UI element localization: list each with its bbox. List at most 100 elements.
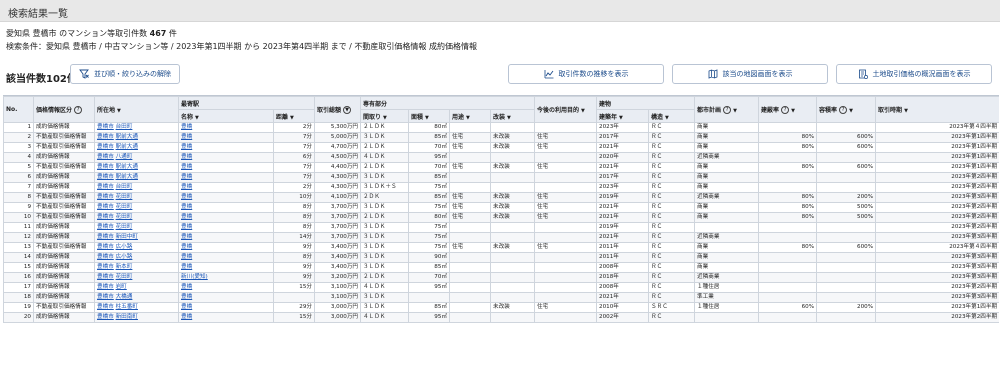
col-future-use[interactable]: 今後の利用目的 ▼: [534, 96, 598, 123]
table-row: 14 成約価格情報 豊橋市 広小路 豊橋 8分 3,400万円 ３ＬＤＫ 90㎡ 2011年 ＲＣ…: [3, 252, 999, 263]
town-link[interactable]: 駅前大通: [116, 164, 138, 170]
station-link[interactable]: 豊橋: [181, 174, 192, 180]
city-link[interactable]: 豊橋市: [97, 174, 114, 180]
col-structure[interactable]: 構造 ▼: [648, 109, 696, 123]
station-link[interactable]: 豊橋: [181, 124, 192, 130]
row-no: 14: [3, 252, 34, 263]
col-distance[interactable]: 距離 ▼: [272, 109, 316, 123]
city-link[interactable]: 豊橋市: [97, 264, 114, 270]
col-area[interactable]: 面積 ▼: [408, 109, 451, 123]
city-link[interactable]: 豊橋市: [97, 154, 114, 160]
town-link[interactable]: 花田町: [116, 194, 133, 200]
city-link[interactable]: 豊橋市: [97, 224, 114, 230]
town-link[interactable]: 花田町: [116, 224, 133, 230]
sort-circle-icon[interactable]: ▼: [343, 106, 352, 115]
town-link[interactable]: 台田町: [116, 184, 133, 190]
city-link[interactable]: 豊橋市: [97, 124, 114, 130]
col-coverage[interactable]: 建蔽率? ▼: [758, 96, 818, 123]
help-icon[interactable]: ?: [723, 106, 732, 115]
station-link[interactable]: 豊橋: [181, 264, 192, 270]
town-link[interactable]: 花田町: [116, 204, 133, 210]
row-city-plan: [694, 222, 760, 233]
town-link[interactable]: 新田中町: [116, 234, 138, 240]
station-link[interactable]: 豊橋: [181, 134, 192, 140]
col-location[interactable]: 所在地 ▼: [94, 96, 179, 123]
station-link[interactable]: 豊橋: [181, 204, 192, 210]
town-link[interactable]: 駅前大通: [116, 174, 138, 180]
summary-line: 愛知県 豊橋市 のマンション等取引件数 467 件: [6, 28, 177, 39]
town-link[interactable]: 柱五番町: [116, 304, 138, 310]
station-link[interactable]: 豊橋: [181, 284, 192, 290]
station-link[interactable]: 豊橋: [181, 154, 192, 160]
col-city-plan[interactable]: 都市計画? ▼: [694, 96, 760, 123]
row-built-year: 2019年: [596, 222, 650, 233]
clear-filter-button[interactable]: 並び順・絞り込みの解除: [70, 64, 180, 84]
station-link[interactable]: 豊橋: [181, 304, 192, 310]
sort-down-icon: ▼: [507, 114, 511, 121]
city-link[interactable]: 豊橋市: [97, 144, 114, 150]
station-link[interactable]: 豊橋: [181, 214, 192, 220]
help-icon[interactable]: ?: [74, 106, 83, 115]
town-link[interactable]: 駅前大通: [116, 144, 138, 150]
row-structure: ＲＣ: [648, 182, 696, 193]
town-link[interactable]: 広小路: [116, 244, 133, 250]
row-location: 豊橋市 駅前大通: [94, 162, 179, 173]
city-link[interactable]: 豊橋市: [97, 164, 114, 170]
city-link[interactable]: 豊橋市: [97, 204, 114, 210]
show-map-button[interactable]: 該当の地図画面を表示: [672, 64, 828, 84]
station-link[interactable]: 豊橋: [181, 234, 192, 240]
city-link[interactable]: 豊橋市: [97, 194, 114, 200]
city-link[interactable]: 豊橋市: [97, 134, 114, 140]
row-distance: 8分: [272, 252, 316, 263]
col-far[interactable]: 容積率? ▼: [816, 96, 877, 123]
city-link[interactable]: 豊橋市: [97, 314, 114, 320]
station-link[interactable]: 豊橋: [181, 254, 192, 260]
row-station: 豊橋: [178, 292, 274, 303]
row-built-year: 2021年: [596, 212, 650, 223]
town-link[interactable]: 岩町: [116, 284, 127, 290]
row-station: 豊橋: [178, 202, 274, 213]
col-layout[interactable]: 間取り ▼: [360, 109, 410, 123]
station-link[interactable]: 豊橋: [181, 164, 192, 170]
city-link[interactable]: 豊橋市: [97, 234, 114, 240]
city-link[interactable]: 豊橋市: [97, 254, 114, 260]
col-period[interactable]: 取引時期 ▼: [875, 96, 999, 123]
city-link[interactable]: 豊橋市: [97, 294, 114, 300]
col-built-year[interactable]: 建築年 ▼: [596, 109, 650, 123]
city-link[interactable]: 豊橋市: [97, 184, 114, 190]
town-link[interactable]: 新田南町: [116, 314, 138, 320]
col-usage[interactable]: 用途 ▼: [449, 109, 492, 123]
col-price-type[interactable]: 価格情報区分?: [33, 96, 95, 123]
help-icon[interactable]: ?: [839, 106, 848, 115]
town-link[interactable]: 八通町: [116, 154, 133, 160]
station-link[interactable]: 豊橋: [181, 224, 192, 230]
col-total-price[interactable]: 取引総額 ▼: [314, 96, 362, 123]
town-link[interactable]: 新本町: [116, 264, 133, 270]
show-trend-button[interactable]: 取引件数の推移を表示: [508, 64, 664, 84]
city-link[interactable]: 豊橋市: [97, 284, 114, 290]
station-link[interactable]: 豊橋: [181, 144, 192, 150]
row-no: 20: [3, 312, 34, 323]
town-link[interactable]: 大橋通: [116, 294, 133, 300]
station-link[interactable]: 豊橋: [181, 294, 192, 300]
row-far: [816, 182, 877, 193]
show-overview-button[interactable]: 土地取引価格の概況画面を表示: [836, 64, 992, 84]
city-link[interactable]: 豊橋市: [97, 214, 114, 220]
help-icon[interactable]: ?: [781, 106, 790, 115]
city-link[interactable]: 豊橋市: [97, 304, 114, 310]
station-link[interactable]: 豊橋: [181, 184, 192, 190]
station-link[interactable]: 豊橋: [181, 194, 192, 200]
col-renovation[interactable]: 改装 ▼: [490, 109, 536, 123]
city-link[interactable]: 豊橋市: [97, 244, 114, 250]
station-link[interactable]: 豊橋: [181, 314, 192, 320]
row-period: 2023年第1四半期: [875, 302, 999, 313]
station-link[interactable]: 豊橋: [181, 244, 192, 250]
town-link[interactable]: 花田町: [116, 214, 133, 220]
town-link[interactable]: 台田町: [116, 124, 133, 130]
town-link[interactable]: 駅前大通: [116, 134, 138, 140]
station-link[interactable]: 新川(愛知): [181, 274, 208, 280]
city-link[interactable]: 豊橋市: [97, 274, 114, 280]
town-link[interactable]: 花田町: [116, 274, 133, 280]
town-link[interactable]: 広小路: [116, 254, 133, 260]
col-station-name[interactable]: 名称 ▼: [178, 109, 274, 123]
